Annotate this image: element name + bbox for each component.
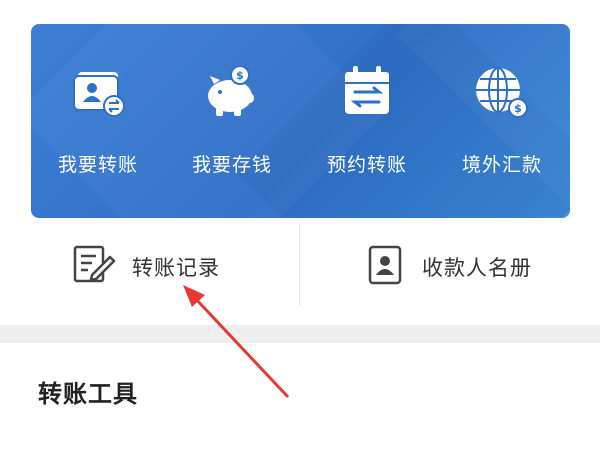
svg-text:$: $ — [236, 69, 244, 82]
overseas-remittance-button[interactable]: $ 境外汇款 — [435, 24, 569, 218]
edit-document-icon — [73, 245, 116, 283]
deposit-button[interactable]: $ 我要存钱 — [165, 24, 299, 218]
transfer-records-link[interactable]: 转账记录 — [0, 218, 299, 310]
account-transfer-icon — [73, 72, 125, 117]
scheduled-transfer-label: 预约转账 — [326, 154, 407, 176]
payee-list-label: 收款人名册 — [422, 256, 532, 280]
transfer-label: 我要转账 — [57, 154, 138, 176]
transfer-records-label: 转账记录 — [132, 256, 220, 280]
piggy-bank-icon: $ — [208, 65, 254, 116]
overseas-remittance-label: 境外汇款 — [461, 154, 542, 176]
transfer-button[interactable]: 我要转账 — [31, 24, 165, 218]
transfer-links-row: 转账记录 收款人名册 — [0, 218, 600, 310]
scheduled-transfer-button[interactable]: 预约转账 — [300, 24, 434, 218]
scheduled-transfer-icon — [345, 66, 389, 114]
payee-list-link[interactable]: 收款人名册 — [300, 218, 600, 310]
section-separator — [0, 325, 600, 343]
quick-actions-banner: 我要转账 $ 我要存钱 预约转账 $ 境外汇款 — [31, 24, 570, 218]
contact-card-icon — [368, 245, 402, 285]
svg-text:$: $ — [514, 102, 522, 115]
global-remittance-icon: $ — [476, 67, 528, 118]
deposit-label: 我要存钱 — [191, 154, 272, 176]
section-title: 转账工具 — [38, 380, 138, 408]
